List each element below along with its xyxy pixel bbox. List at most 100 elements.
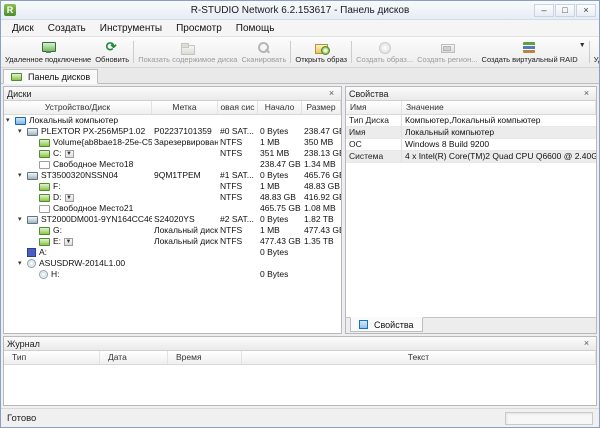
- cell-fs: #1 SAT...: [218, 170, 258, 181]
- tree-row[interactable]: ▾ Локальный компьютер: [4, 115, 341, 126]
- toolbar-button-create-raid[interactable]: Создать виртуальный RAID▼: [480, 38, 587, 66]
- tab-properties[interactable]: Свойства: [350, 317, 423, 332]
- cell-start: 0 Bytes: [258, 269, 302, 280]
- properties-panel-close-icon[interactable]: ×: [580, 88, 593, 99]
- toolbar-button-delete[interactable]: Удалить: [592, 38, 599, 66]
- column-header[interactable]: Время: [168, 351, 242, 364]
- open-image-icon: [314, 41, 329, 54]
- toolbar-button-refresh[interactable]: Обновить: [93, 38, 131, 66]
- cell-size: 416.92 GB: [302, 192, 341, 203]
- tree-row[interactable]: ▾PLEXTOR PX-256M5P1.02P02237101359#0 SAT…: [4, 126, 341, 137]
- toolbar-button-label: Создать регион...: [417, 55, 477, 64]
- expand-arrow-icon[interactable]: ▾: [6, 116, 15, 125]
- partition-icon: [39, 183, 50, 191]
- device-cell: Свободное Место18: [4, 159, 152, 170]
- tree-row[interactable]: A:0 Bytes: [4, 247, 341, 258]
- toolbar-button-create-image[interactable]: Создать образ...: [354, 38, 415, 66]
- device-cell: Свободное Место21: [4, 203, 152, 214]
- property-row[interactable]: ИмяЛокальный компьютер: [346, 127, 596, 139]
- volume-dropdown-icon[interactable]: ▼: [65, 194, 74, 202]
- cell-fs: #0 SAT...: [218, 126, 258, 137]
- property-row[interactable]: Тип ДискаКомпьютер,Локальный компьютер: [346, 115, 596, 127]
- partition-icon: [39, 194, 50, 202]
- volume-dropdown-icon[interactable]: ▼: [65, 150, 74, 158]
- menu-item[interactable]: Инструменты: [93, 22, 169, 35]
- minimize-button[interactable]: –: [534, 4, 554, 17]
- column-header-name[interactable]: Имя: [346, 101, 402, 114]
- property-row[interactable]: ОСWindows 8 Build 9200: [346, 139, 596, 151]
- tree-row[interactable]: D:▼NTFS48.83 GB416.92 GB: [4, 192, 341, 203]
- partition-icon: [39, 238, 50, 246]
- expand-arrow-icon[interactable]: ▾: [18, 215, 27, 224]
- tree-row[interactable]: Свободное Место21465.75 GB1.08 MB: [4, 203, 341, 214]
- tree-row[interactable]: E:▼Локальный дискNTFS477.43 GB1.35 TB: [4, 236, 341, 247]
- menu-item[interactable]: Просмотр: [169, 22, 229, 35]
- column-header[interactable]: Начало: [258, 101, 302, 114]
- properties-icon: [359, 320, 368, 329]
- computer-icon: [15, 117, 26, 125]
- disk-tree: ▾Локальный компьютер▾PLEXTOR PX-256M5P1.…: [4, 115, 341, 333]
- tree-row[interactable]: C:▼NTFS351 MB238.13 GB: [4, 148, 341, 159]
- cell-fs: NTFS: [218, 137, 258, 148]
- expand-arrow-icon[interactable]: ▾: [18, 259, 27, 268]
- partition-icon: [39, 150, 50, 158]
- menu-item[interactable]: Создать: [41, 22, 93, 35]
- toolbar-button-remote-connection[interactable]: Удаленное подключение: [3, 38, 93, 66]
- disks-panel: Диски × Устройство/ДискМеткаовая сисНача…: [3, 86, 342, 334]
- tree-row[interactable]: Свободное Место18238.47 GB1.34 MB: [4, 159, 341, 170]
- title-bar[interactable]: R R-STUDIO Network 6.2.153617 - Панель д…: [1, 1, 599, 20]
- tree-row[interactable]: F:NTFS1 MB48.83 GB: [4, 181, 341, 192]
- expand-arrow-icon[interactable]: ▾: [18, 127, 27, 136]
- cell-fs: NTFS: [218, 181, 258, 192]
- disc-icon: [39, 270, 48, 279]
- properties-panel-header: Свойства ×: [346, 87, 596, 101]
- property-value: Windows 8 Build 9200: [402, 139, 596, 150]
- column-header[interactable]: Размер: [302, 101, 341, 114]
- device-cell: ▾ Локальный компьютер: [4, 115, 152, 126]
- cell-size: 465.76 GB: [302, 170, 341, 181]
- cell-start: 238.47 GB: [258, 159, 302, 170]
- cell-size: 48.83 GB: [302, 181, 341, 192]
- tree-row[interactable]: Volume{ab8bae18-25e-C5e...Зарезервирован…: [4, 137, 341, 148]
- device-name: Локальный компьютер: [29, 115, 118, 126]
- log-column-headers: ТипДатаВремяТекст: [4, 351, 596, 365]
- column-header[interactable]: Текст: [242, 351, 596, 364]
- toolbar-button-create-region[interactable]: Создать регион...: [415, 38, 479, 66]
- column-header[interactable]: овая сис: [218, 101, 258, 114]
- log-panel: Журнал × ТипДатаВремяТекст: [3, 336, 597, 406]
- tree-row[interactable]: ▾ST3500320NSSN049QM1TPEM#1 SAT...0 Bytes…: [4, 170, 341, 181]
- column-header-value[interactable]: Значение: [402, 101, 596, 114]
- column-header[interactable]: Устройство/Диск: [4, 101, 152, 114]
- column-header[interactable]: Метка: [152, 101, 218, 114]
- disks-panel-header: Диски ×: [4, 87, 341, 101]
- toolbar-button-scan[interactable]: Сканировать: [239, 38, 288, 66]
- device-name: H:: [51, 269, 60, 280]
- bottom-tab-strip: Свойства: [346, 317, 596, 333]
- disks-panel-close-icon[interactable]: ×: [325, 88, 338, 99]
- chevron-down-icon[interactable]: ▼: [579, 42, 586, 49]
- volume-dropdown-icon[interactable]: ▼: [64, 238, 73, 246]
- properties-column-headers: Имя Значение: [346, 101, 596, 115]
- tree-row[interactable]: H: 0 Bytes: [4, 269, 341, 280]
- cell-fs: #2 SAT...: [218, 214, 258, 225]
- menu-item[interactable]: Помощь: [229, 22, 282, 35]
- maximize-button[interactable]: □: [555, 4, 575, 17]
- log-panel-close-icon[interactable]: ×: [580, 338, 593, 349]
- partition-icon: [39, 227, 50, 235]
- menu-item[interactable]: Диск: [5, 22, 41, 35]
- close-button[interactable]: ×: [576, 4, 596, 17]
- toolbar-button-open-image[interactable]: Открыть образ: [293, 38, 349, 66]
- tree-row[interactable]: ▾ASUSDRW-2014L1.00: [4, 258, 341, 269]
- status-text: Готово: [7, 413, 36, 424]
- free-icon: [39, 205, 50, 213]
- property-row[interactable]: Система4 x Intel(R) Core(TM)2 Quad CPU Q…: [346, 151, 596, 163]
- tree-row[interactable]: ▾ST2000DM001-9YN164CC46S24020YS#2 SAT...…: [4, 214, 341, 225]
- cell-start: 477.43 GB: [258, 236, 302, 247]
- tab-disk-panel[interactable]: Панель дисков: [3, 69, 98, 84]
- toolbar-button-show-contents[interactable]: Показать содержимое диска: [136, 38, 239, 66]
- toolbar-button-label: Показать содержимое диска: [138, 55, 237, 64]
- column-header[interactable]: Дата: [100, 351, 168, 364]
- expand-arrow-icon[interactable]: ▾: [18, 171, 27, 180]
- tree-row[interactable]: G:Локальный дискNTFS1 MB477.43 GB: [4, 225, 341, 236]
- column-header[interactable]: Тип: [4, 351, 100, 364]
